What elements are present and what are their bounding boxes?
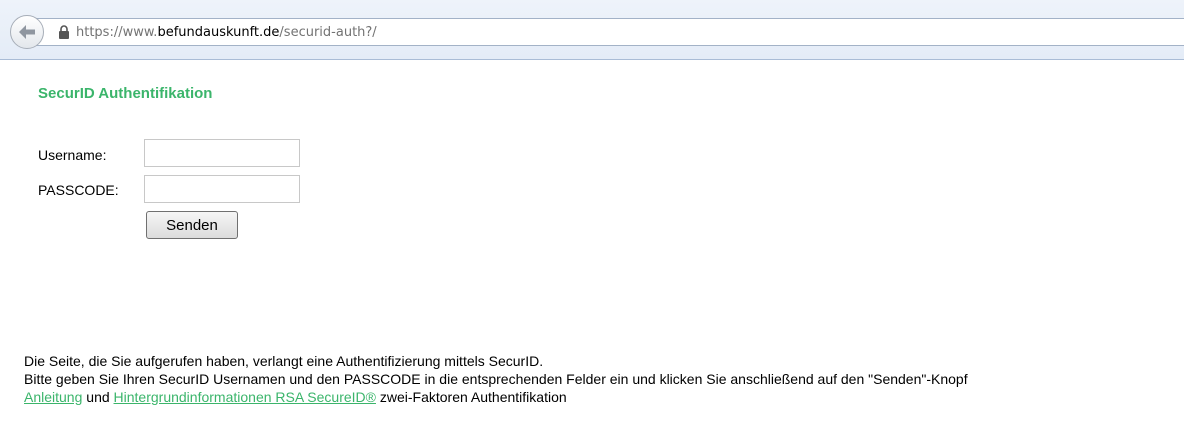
info-line-1: Die Seite, die Sie aufgerufen haben, ver… [24,353,544,369]
page-title: SecurID Authentifikation [38,85,213,102]
info-connector: und [82,389,114,405]
address-bar[interactable]: https://www. befundauskunft.de/securid-au… [30,18,1184,46]
url-prefix: https://www. [76,24,158,40]
hintergrund-link[interactable]: Hintergrundinformationen RSA SecureID® [114,389,376,405]
lock-icon [59,25,69,39]
info-text: Die Seite, die Sie aufgerufen haben, ver… [24,352,968,406]
arrow-left-icon [19,25,35,39]
anleitung-link[interactable]: Anleitung [24,389,82,405]
info-line-2: Bitte geben Sie Ihren SecurID Usernamen … [24,371,968,387]
url-path: /securid-auth?/ [279,24,377,40]
url-host: befundauskunft.de [157,24,280,40]
passcode-row: PASSCODE: [38,175,119,205]
passcode-input[interactable] [144,175,300,203]
browser-toolbar: https://www. befundauskunft.de/securid-au… [0,0,1184,60]
username-label: Username: [38,147,107,163]
info-suffix: zwei-Faktoren Authentifikation [375,389,567,405]
info-line-3: Anleitung und Hintergrundinformationen R… [24,388,968,406]
back-button[interactable] [10,15,44,49]
submit-button[interactable]: Senden [146,211,238,239]
username-row: Username: [38,140,106,170]
username-input[interactable] [144,139,300,167]
passcode-label: PASSCODE: [38,182,119,198]
